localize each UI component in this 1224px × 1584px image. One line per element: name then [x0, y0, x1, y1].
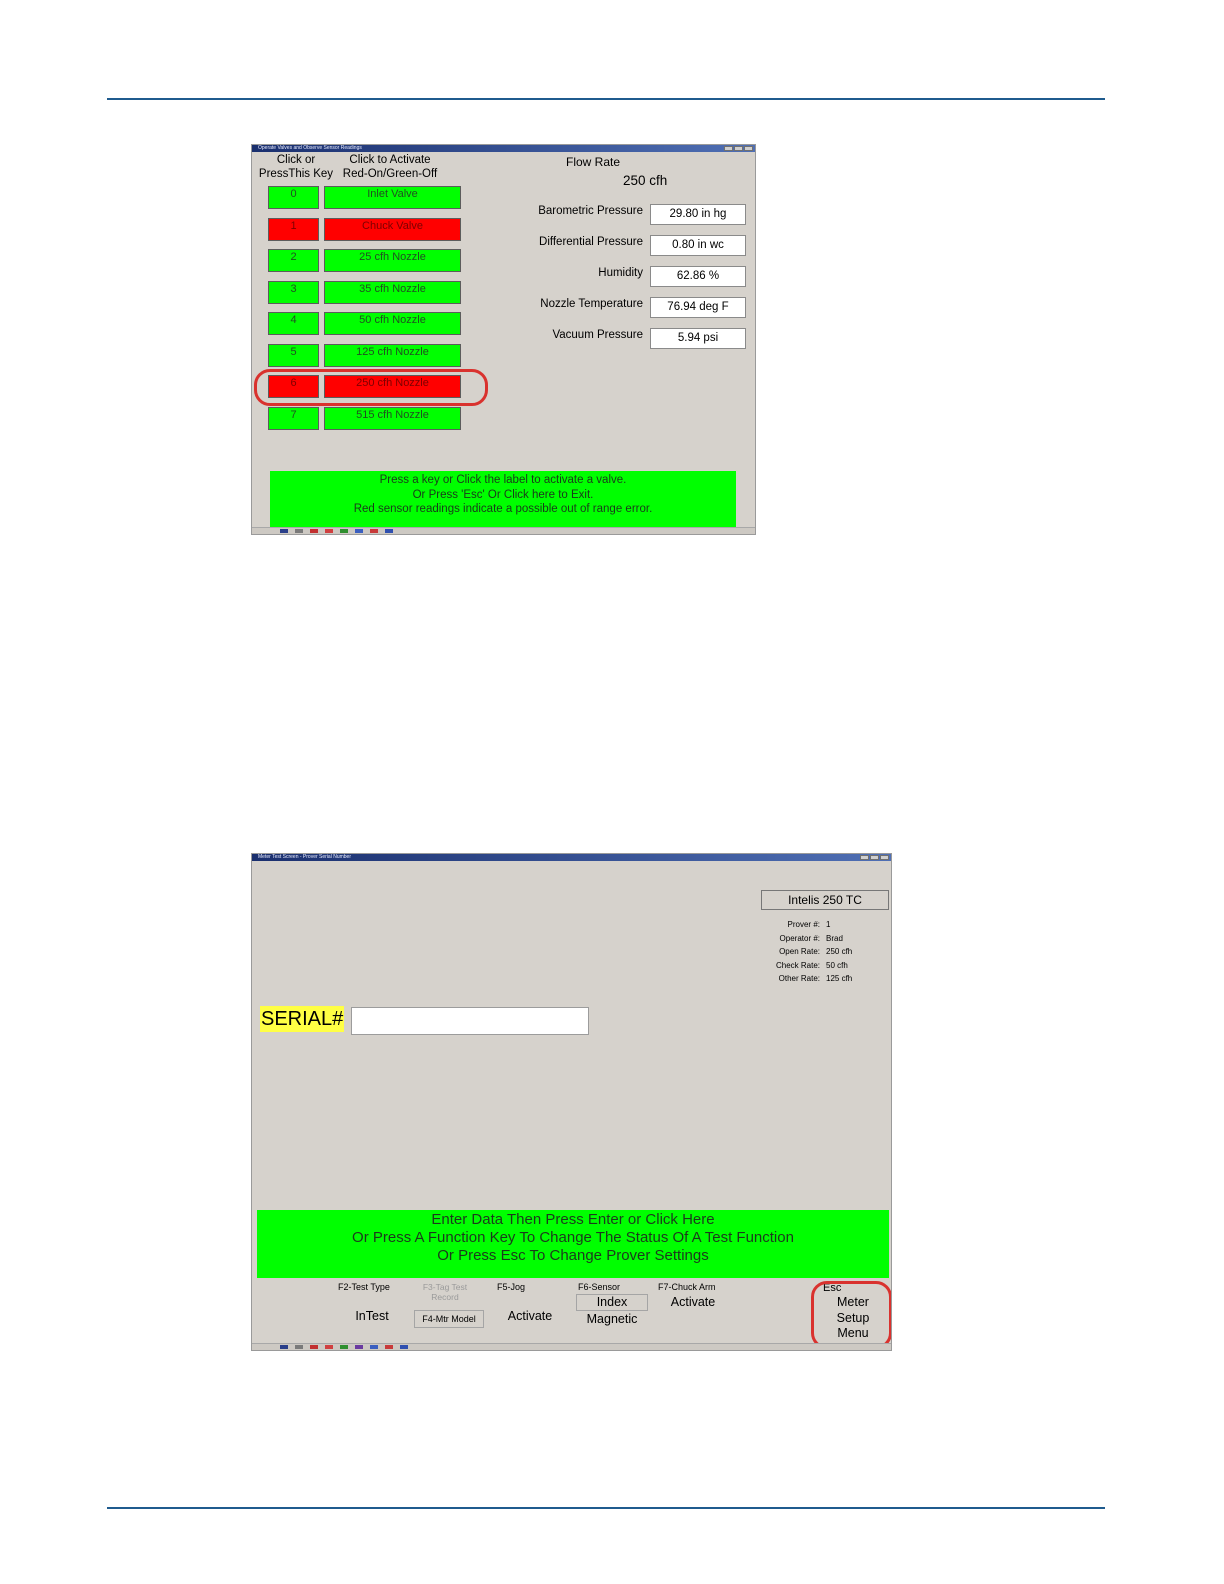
- f7-label: F7-Chuck Arm: [658, 1282, 716, 1292]
- prover-info-row: Open Rate: 250 cfh: [757, 945, 891, 959]
- prover-info-key: Check Rate:: [775, 960, 820, 970]
- sensor-label: Differential Pressure: [539, 236, 643, 248]
- prover-info-key: Other Rate:: [778, 974, 820, 984]
- flow-rate-label: Flow Rate: [566, 155, 621, 169]
- valve-button[interactable]: 35 cfh Nozzle: [324, 280, 461, 304]
- prover-info-row: Operator #: Brad: [757, 932, 891, 946]
- prover-info-key: Operator #:: [779, 933, 820, 943]
- f7-chuck-arm-button[interactable]: Activate: [658, 1295, 728, 1310]
- prover-info-panel: Prover #: 1 Operator #: Brad Open Rate: 250 c…: [757, 918, 891, 986]
- valve-key-3[interactable]: 3: [268, 280, 319, 304]
- f5-label: F5-Jog: [497, 1282, 526, 1292]
- prover-info-key: Prover #:: [787, 920, 820, 929]
- taskbar-app-icon[interactable]: [340, 529, 348, 533]
- serial-label: SERIAL#: [260, 1006, 345, 1032]
- sensor-label: Barometric Pressure: [538, 205, 643, 217]
- header-rule: [107, 98, 1105, 100]
- f6-index-button[interactable]: Index: [576, 1294, 648, 1311]
- window-titlebar: Meter Test Screen - Prover Serial Number: [252, 854, 891, 861]
- sensor-value-box: 5.94 psi: [650, 328, 746, 349]
- taskbar-app-icon[interactable]: [370, 1345, 378, 1349]
- prover-info-value: 50 cfh: [826, 960, 848, 970]
- serial-input[interactable]: [351, 1007, 589, 1035]
- prover-info-key: Open Rate:: [779, 947, 820, 957]
- valve-button[interactable]: Inlet Valve: [324, 186, 461, 209]
- taskbar-app-icon[interactable]: [385, 529, 393, 533]
- flow-rate-value: 250 cfh: [623, 173, 668, 188]
- valve-key-0[interactable]: 0: [268, 186, 319, 209]
- window-titlebar: Operate Valves and Observe Sensor Readin…: [252, 145, 755, 152]
- valve-key-2[interactable]: 2: [268, 249, 319, 272]
- prover-info-row: Prover #: 1: [757, 918, 891, 932]
- sensor-value-box: 62.86 %: [650, 266, 746, 287]
- minimize-icon[interactable]: [860, 855, 869, 860]
- taskbar-app-icon[interactable]: [385, 1345, 393, 1349]
- maximize-icon[interactable]: [734, 146, 743, 151]
- close-icon[interactable]: [744, 146, 753, 151]
- prover-info-value: 250 cfh: [826, 947, 853, 957]
- window-controls[interactable]: [860, 855, 889, 860]
- prover-info-value: 125 cfh: [826, 974, 853, 984]
- valve-message-bar[interactable]: Press a key or Click the label to activa…: [270, 471, 736, 531]
- f6-label: F6-Sensor: [578, 1282, 621, 1292]
- minimize-icon[interactable]: [724, 146, 733, 151]
- highlight-circle: [254, 369, 488, 406]
- valve-control-window: Operate Valves and Observe Sensor Readin…: [251, 144, 756, 535]
- meter-model-box: Intelis 250 TC: [761, 890, 889, 910]
- activate-column-header: Click to Activate Red-On/Green-Off: [342, 154, 438, 180]
- valve-button[interactable]: 515 cfh Nozzle: [324, 406, 461, 430]
- sensor-value-box: 29.80 in hg: [650, 204, 746, 225]
- valve-key-7[interactable]: 7: [268, 406, 319, 430]
- valve-button[interactable]: 25 cfh Nozzle: [324, 249, 461, 272]
- key-column-header: Click or PressThis Key: [258, 154, 334, 180]
- footer-rule: [107, 1507, 1105, 1509]
- valve-button[interactable]: 125 cfh Nozzle: [324, 343, 461, 367]
- taskbar-app-icon[interactable]: [310, 529, 318, 533]
- meter-test-window: Meter Test Screen - Prover Serial Number…: [251, 853, 892, 1351]
- sensor-label: Humidity: [598, 267, 643, 279]
- meter-message-bar[interactable]: Enter Data Then Press Enter or Click Her…: [257, 1210, 889, 1278]
- prover-info-value: 1: [826, 920, 831, 929]
- valve-key-1[interactable]: 1: [268, 217, 319, 241]
- taskbar-app-icon[interactable]: [370, 529, 378, 533]
- taskbar-app-icon[interactable]: [325, 529, 333, 533]
- valve-key-4[interactable]: 4: [268, 312, 319, 335]
- prover-info-row: Check Rate: 50 cfh: [757, 959, 891, 973]
- prover-info-row: Other Rate: 125 cfh: [757, 972, 891, 986]
- taskbar-app-icon[interactable]: [340, 1345, 348, 1349]
- highlight-circle: [811, 1281, 891, 1349]
- close-icon[interactable]: [880, 855, 889, 860]
- taskbar-app-icon[interactable]: [355, 529, 363, 533]
- taskbar: [252, 1343, 891, 1350]
- maximize-icon[interactable]: [870, 855, 879, 860]
- sensor-label: Nozzle Temperature: [540, 298, 643, 310]
- taskbar-app-icon[interactable]: [355, 1345, 363, 1349]
- sensor-value-box: 76.94 deg F: [650, 297, 746, 318]
- taskbar-app-icon[interactable]: [325, 1345, 333, 1349]
- taskbar-app-icon[interactable]: [295, 529, 303, 533]
- valve-key-5[interactable]: 5: [268, 343, 319, 367]
- f3-label[interactable]: F3-Tag Test Record: [412, 1282, 478, 1302]
- window-controls[interactable]: [724, 146, 753, 151]
- sensor-label: Vacuum Pressure: [552, 329, 643, 341]
- f6-magnetic-value[interactable]: Magnetic: [576, 1312, 648, 1327]
- taskbar-app-icon[interactable]: [280, 1345, 288, 1349]
- taskbar-app-icon[interactable]: [280, 529, 288, 533]
- sensor-value-box: 0.80 in wc: [650, 235, 746, 256]
- f2-label: F2-Test Type: [338, 1282, 390, 1292]
- taskbar-app-icon[interactable]: [400, 1345, 408, 1349]
- taskbar-app-icon[interactable]: [295, 1345, 303, 1349]
- window-title: Operate Valves and Observe Sensor Readin…: [258, 145, 362, 151]
- valve-button[interactable]: 50 cfh Nozzle: [324, 312, 461, 335]
- f2-test-type-button[interactable]: InTest: [344, 1309, 400, 1324]
- prover-info-value: Brad: [826, 933, 843, 943]
- taskbar-app-icon[interactable]: [310, 1345, 318, 1349]
- valve-button[interactable]: Chuck Valve: [324, 217, 461, 241]
- taskbar: [252, 527, 755, 534]
- f4-mtr-model-button[interactable]: F4-Mtr Model: [414, 1310, 484, 1328]
- f5-jog-button[interactable]: Activate: [500, 1309, 560, 1324]
- window-title: Meter Test Screen - Prover Serial Number: [258, 854, 351, 860]
